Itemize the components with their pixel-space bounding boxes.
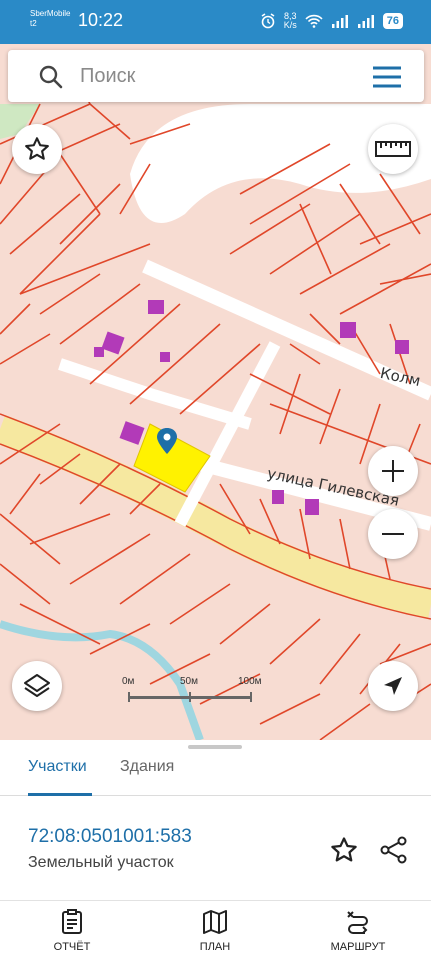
measure-button[interactable]: [368, 124, 418, 174]
bottom-navigation: ОТЧЁТ ПЛАН МАРШРУТ: [0, 900, 431, 960]
building: [94, 347, 104, 357]
star-icon: [25, 137, 49, 160]
status-time: 10:22: [78, 10, 124, 30]
building: [395, 340, 409, 354]
tab-parcels[interactable]: Участки: [28, 758, 87, 776]
share-icon[interactable]: [379, 835, 409, 865]
building: [305, 499, 319, 515]
plus-icon: [382, 460, 404, 482]
network-speed-unit: K/s: [283, 20, 297, 30]
report-icon: [62, 909, 82, 934]
carrier-second-sim: t2: [30, 19, 37, 28]
battery-indicator: 76: [382, 13, 403, 29]
minus-icon: [382, 533, 404, 535]
zoom-out-button[interactable]: [368, 509, 418, 559]
star-icon[interactable]: [329, 835, 359, 865]
cadastral-number[interactable]: 72:08:0501001:583: [28, 826, 192, 848]
nav-route-label: МАРШРУТ: [330, 941, 386, 953]
nav-report-label: ОТЧЁТ: [53, 941, 91, 953]
nav-report[interactable]: ОТЧЁТ: [22, 909, 122, 953]
signal-icon-1: [331, 15, 348, 28]
my-location-button[interactable]: [368, 661, 418, 711]
alarm-icon: [261, 13, 275, 29]
navigation-arrow-icon: [384, 677, 402, 695]
scale-tick: [189, 692, 191, 702]
tab-active-indicator: [28, 793, 92, 796]
nav-plan[interactable]: ПЛАН: [165, 909, 265, 953]
sheet-drag-handle[interactable]: [188, 745, 242, 749]
search-input[interactable]: [80, 60, 360, 92]
building: [272, 490, 284, 504]
scale-label-50: 50м: [180, 676, 198, 687]
building: [148, 300, 164, 314]
map-scale: 0м 50м 100м: [118, 676, 262, 706]
menu-icon[interactable]: [372, 66, 402, 88]
building: [340, 322, 356, 338]
nav-plan-label: ПЛАН: [199, 941, 231, 953]
scale-label-100: 100м: [238, 676, 262, 687]
route-icon: [347, 911, 368, 934]
tab-bar: Участки Здания: [0, 752, 431, 796]
status-bar: SberMobile t2 10:22 8,3 K/s 76: [0, 0, 431, 44]
nav-route[interactable]: МАРШРУТ: [308, 909, 408, 953]
parcel-type: Земельный участок: [28, 854, 174, 871]
favorite-button[interactable]: [12, 124, 62, 174]
scale-label-0: 0м: [122, 676, 135, 687]
layers-icon: [24, 674, 50, 697]
search-bar[interactable]: [8, 50, 424, 102]
signal-icon-2: [357, 15, 374, 28]
map-plan-icon: [203, 910, 227, 934]
status-icons: 8,3 K/s 76: [260, 12, 403, 30]
cadastral-map[interactable]: [0, 44, 431, 740]
wifi-icon: [305, 14, 323, 28]
scale-tick: [250, 692, 252, 702]
scale-tick: [128, 692, 130, 702]
search-icon[interactable]: [38, 64, 64, 90]
tab-buildings[interactable]: Здания: [120, 758, 174, 776]
map-view[interactable]: Колм улица Гилевская 0м 50м 100м: [0, 44, 431, 740]
network-speed: 8,3 K/s: [284, 12, 297, 30]
carrier-name: SberMobile: [30, 9, 71, 18]
carrier: SberMobile t2: [30, 9, 70, 29]
ruler-icon: [375, 141, 411, 157]
layers-button[interactable]: [12, 661, 62, 711]
building: [160, 352, 170, 362]
zoom-in-button[interactable]: [368, 446, 418, 496]
